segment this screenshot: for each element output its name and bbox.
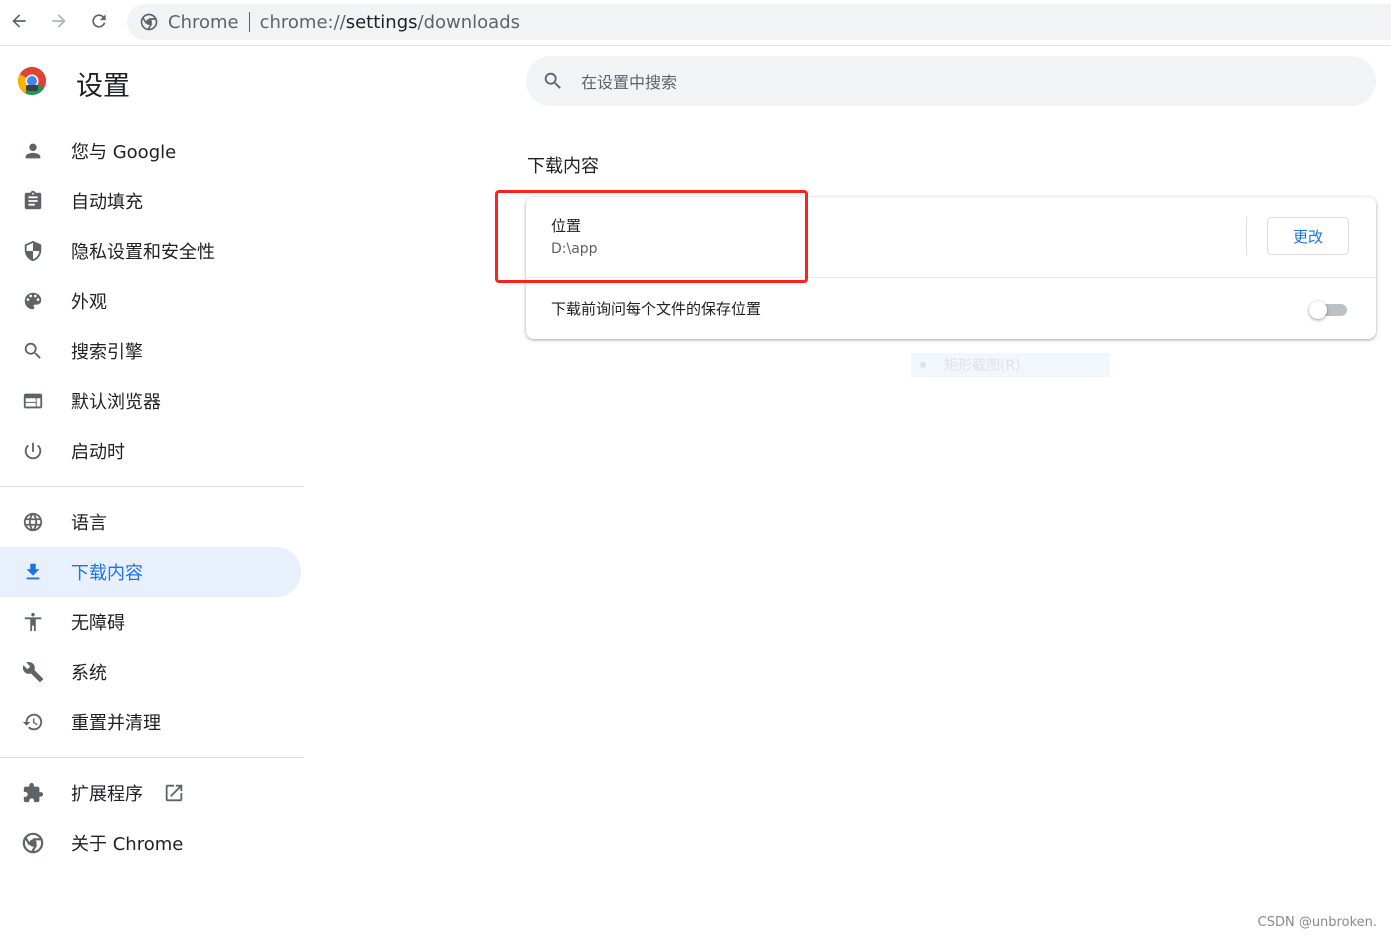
sidebar-item-about-chrome[interactable]: 关于 Chrome: [0, 818, 301, 868]
sidebar-item-system[interactable]: 系统: [0, 647, 301, 697]
sidebar-item-label: 语言: [71, 513, 107, 534]
search-icon: [21, 339, 45, 363]
sidebar-item-label: 关于 Chrome: [71, 834, 184, 855]
sidebar-item-appearance[interactable]: 外观: [0, 276, 301, 326]
palette-icon: [21, 289, 45, 313]
sidebar-item-label: 隐私设置和安全性: [71, 242, 215, 263]
wrench-icon: [21, 660, 45, 684]
page-title: 设置: [76, 71, 130, 102]
sidebar-item-label: 系统: [71, 663, 107, 684]
vertical-separator: [1246, 217, 1247, 255]
bullet-dot: [920, 362, 926, 368]
ghost-menu-item: 矩形截图(R): [911, 353, 1110, 377]
chrome-icon: [139, 12, 159, 32]
shield-icon: [21, 239, 45, 263]
sidebar-divider: [0, 757, 304, 758]
chip-separator: [248, 12, 250, 32]
reload-button[interactable]: [87, 9, 111, 33]
sidebar-item-you-and-google[interactable]: 您与 Google: [0, 126, 301, 176]
sidebar-item-extensions[interactable]: 扩展程序: [0, 768, 301, 818]
sidebar-item-label: 重置并清理: [71, 713, 161, 734]
sidebar-item-privacy[interactable]: 隐私设置和安全性: [0, 226, 301, 276]
arrow-left-icon: [12, 14, 26, 28]
search-icon: [542, 70, 564, 92]
sidebar-item-label: 您与 Google: [71, 142, 177, 163]
back-button[interactable]: [7, 9, 31, 33]
watermark: CSDN @unbroken.: [1257, 915, 1377, 930]
person-icon: [21, 139, 45, 163]
open-in-new-icon: [162, 781, 186, 805]
sidebar-item-label: 启动时: [71, 442, 125, 463]
sidebar-item-on-startup[interactable]: 启动时: [0, 426, 301, 476]
section-title: 下载内容: [527, 156, 599, 177]
history-icon: [21, 710, 45, 734]
accessibility-icon: [21, 610, 45, 634]
sidebar-item-label: 扩展程序: [71, 784, 143, 805]
settings-search[interactable]: 在设置中搜索: [526, 56, 1376, 106]
sidebar-item-label: 外观: [71, 292, 107, 313]
sidebar-item-languages[interactable]: 语言: [0, 497, 301, 547]
url-host: settings: [345, 11, 418, 33]
sidebar-item-label: 自动填充: [71, 192, 143, 213]
browser-window-icon: [21, 389, 45, 413]
reload-icon: [92, 14, 106, 28]
arrow-right-icon: [52, 14, 66, 28]
sidebar-item-downloads[interactable]: 下载内容: [0, 547, 301, 597]
toggle-knob: [1309, 301, 1327, 319]
globe-icon: [21, 510, 45, 534]
power-icon: [21, 439, 45, 463]
clipboard-icon: [21, 189, 45, 213]
sidebar-item-accessibility[interactable]: 无障碍: [0, 597, 301, 647]
browser-toolbar: Chrome chrome://settings/downloads: [0, 0, 1391, 46]
highlight-box: [495, 190, 808, 283]
sidebar-item-autofill[interactable]: 自动填充: [0, 176, 301, 226]
chrome-icon: [21, 831, 45, 855]
sidebar-item-reset[interactable]: 重置并清理: [0, 697, 301, 747]
sidebar-item-label: 默认浏览器: [71, 392, 161, 413]
sidebar-item-label: 下载内容: [71, 563, 143, 584]
sidebar-item-default-browser[interactable]: 默认浏览器: [0, 376, 301, 426]
chrome-dev-logo: [17, 66, 47, 96]
url-path: /downloads: [417, 11, 520, 33]
site-chip: Chrome: [168, 11, 239, 33]
ghost-menu-label: 矩形截图(R): [944, 358, 1021, 374]
puzzle-icon: [21, 781, 45, 805]
sidebar-divider: [0, 486, 304, 487]
address-bar[interactable]: Chrome chrome://settings/downloads: [127, 4, 1391, 40]
download-icon: [21, 560, 45, 584]
ask-location-label: 下载前询问每个文件的保存位置: [551, 300, 762, 318]
url-text[interactable]: chrome://settings/downloads: [260, 12, 520, 33]
search-input[interactable]: 在设置中搜索: [581, 69, 677, 93]
forward-button[interactable]: [47, 9, 71, 33]
sidebar-item-label: 搜索引擎: [71, 342, 143, 363]
change-location-button[interactable]: 更改: [1267, 217, 1349, 255]
ask-location-toggle[interactable]: [1309, 300, 1347, 319]
sidebar-item-label: 无障碍: [71, 613, 125, 634]
url-scheme: chrome://: [259, 11, 346, 33]
sidebar-item-search-engine[interactable]: 搜索引擎: [0, 326, 301, 376]
